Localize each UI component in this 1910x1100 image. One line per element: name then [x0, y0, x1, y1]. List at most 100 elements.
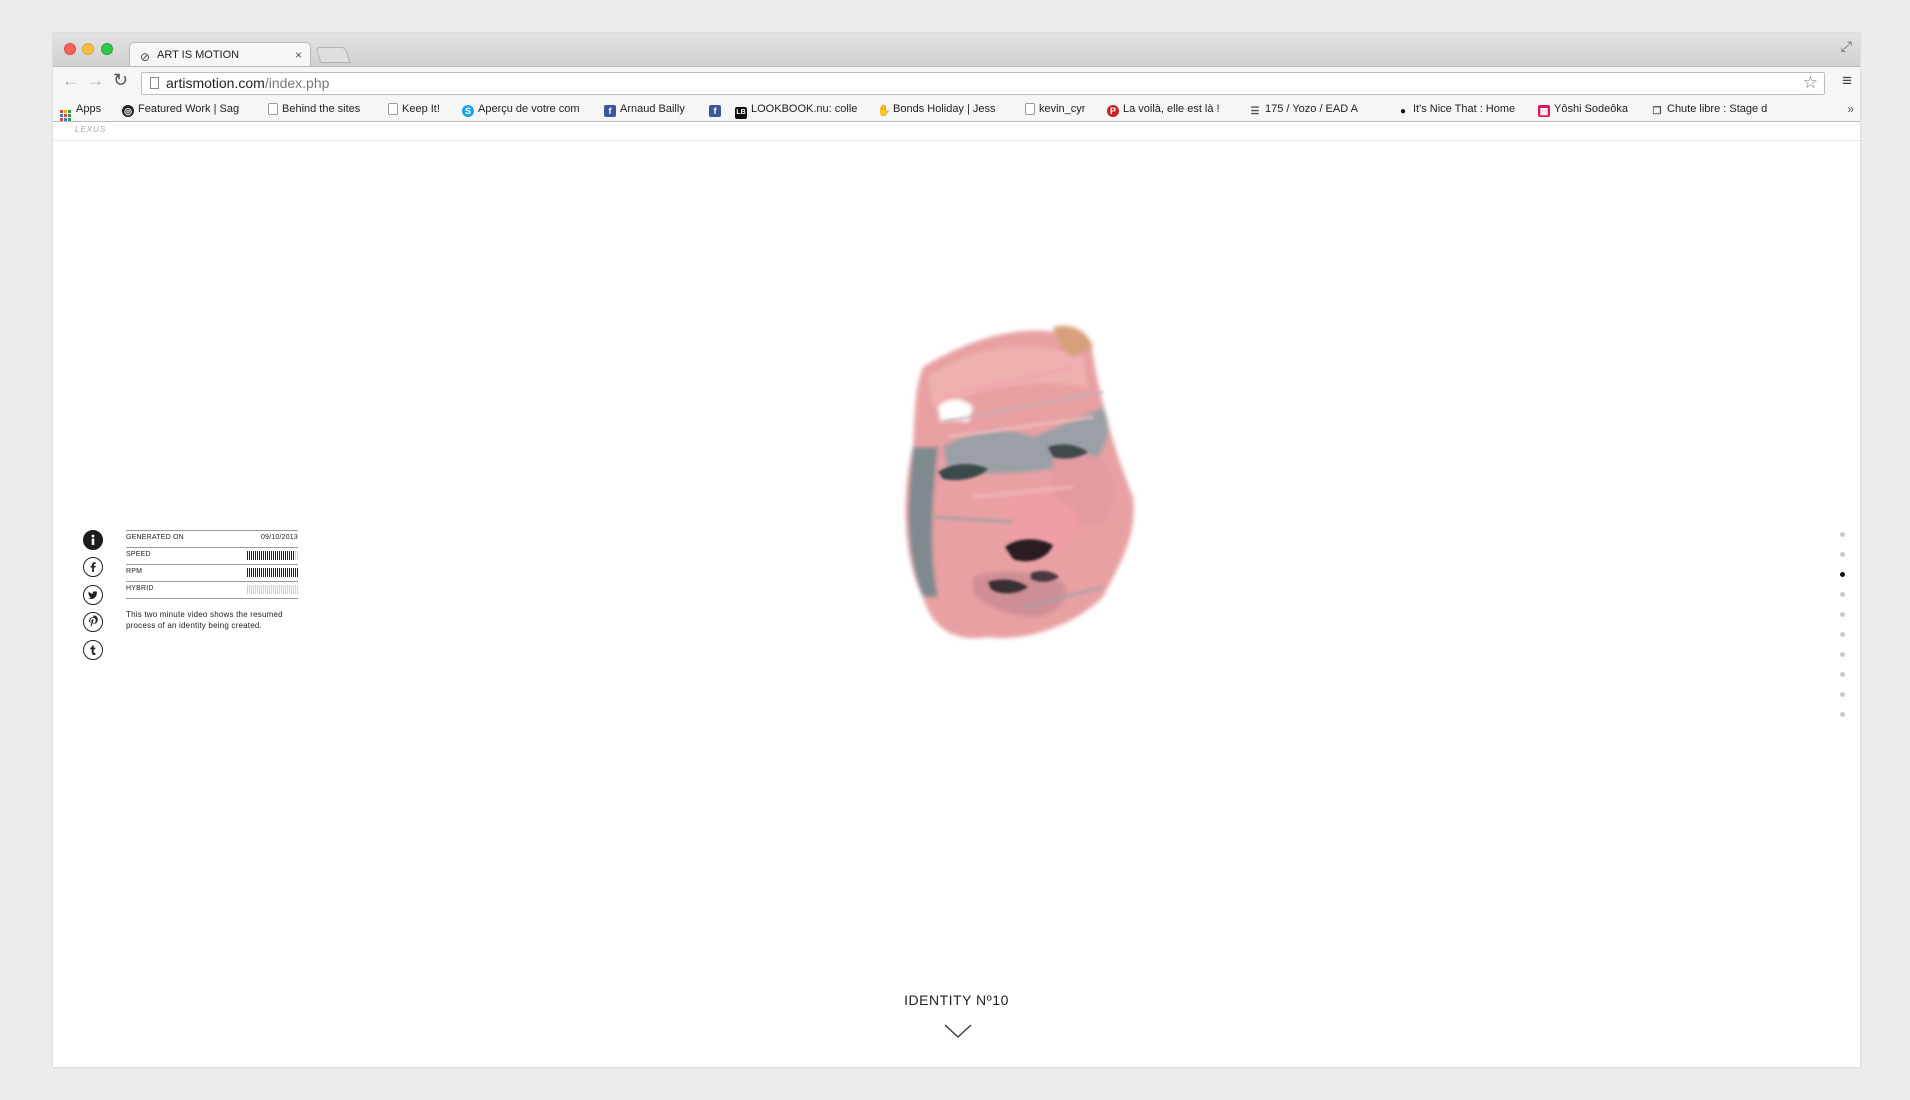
bookmark-kevin-cyr[interactable]: kevin_cyr: [1025, 103, 1085, 116]
bookmark-chute-libre[interactable]: ❐ Chute libre : Stage d: [1651, 103, 1779, 118]
minimize-window-button[interactable]: [82, 43, 94, 55]
bookmark-keep-it[interactable]: Keep It!: [388, 103, 440, 116]
new-tab-button[interactable]: [315, 47, 351, 63]
meter-tick: [263, 585, 264, 594]
url-host: artismotion.com: [166, 75, 265, 91]
meter-tick: [271, 551, 272, 560]
info-row-rpm: RPM: [126, 564, 298, 581]
address-bar[interactable]: artismotion.com/index.php ☆: [141, 72, 1825, 95]
meter-tick: [269, 585, 270, 594]
bookmark-arnaud-bailly[interactable]: f Arnaud Bailly: [604, 103, 685, 117]
info-table-bottom-rule: [126, 598, 298, 599]
pager-dot[interactable]: [1840, 712, 1845, 717]
meter-tick: [261, 568, 262, 577]
bookmark-yozo[interactable]: ☰ 175 / Yozo / EAD A: [1249, 103, 1373, 118]
pager-dot[interactable]: [1840, 612, 1845, 617]
facebook-icon: f: [604, 105, 616, 117]
bookmark-apps[interactable]: Apps: [60, 103, 101, 121]
pager-dot[interactable]: [1840, 572, 1845, 577]
bookmark-its-nice-that[interactable]: ● It's Nice That : Home: [1397, 103, 1515, 118]
meter-tick: [255, 551, 256, 560]
identity-title: IDENTITY Nº10: [904, 992, 1009, 1008]
meter-tick: [267, 585, 268, 594]
close-window-button[interactable]: [64, 43, 76, 55]
menu-icon[interactable]: ≡: [1842, 71, 1852, 91]
meter-tick: [281, 585, 282, 594]
browser-window: ⊘ ART IS MOTION × ⤢ ← → ↻ artismotion.co…: [53, 33, 1860, 1067]
speed-label: SPEED: [126, 551, 151, 558]
meter-tick: [273, 585, 274, 594]
zoom-window-button[interactable]: [101, 43, 113, 55]
meter-tick: [257, 585, 258, 594]
bookmarks-bar: Apps ◎ Featured Work | Sag Behind the sit…: [53, 100, 1860, 122]
tab-close-icon[interactable]: ×: [295, 44, 302, 66]
meter-tick: [247, 568, 248, 577]
meter-tick: [253, 585, 254, 594]
meter-tick: [271, 585, 272, 594]
lexus-logo-icon: ⊘: [140, 50, 151, 64]
meter-tick: [279, 568, 280, 577]
hybrid-meter: [247, 585, 298, 594]
pinterest-icon: P: [1107, 105, 1119, 117]
meter-tick: [257, 568, 258, 577]
pinterest-icon[interactable]: [83, 612, 103, 632]
pager-dot[interactable]: [1840, 552, 1845, 557]
pager-dot[interactable]: [1840, 692, 1845, 697]
fullscreen-icon[interactable]: ⤢: [1841, 38, 1852, 55]
meter-tick: [275, 585, 276, 594]
page-icon: [388, 103, 398, 115]
browser-tab[interactable]: ⊘ ART IS MOTION ×: [129, 42, 311, 66]
meter-tick: [269, 568, 270, 577]
meter-tick: [273, 568, 274, 577]
bookmark-facebook[interactable]: f: [709, 103, 725, 117]
pager-dot[interactable]: [1840, 632, 1845, 637]
bookmark-featured-work[interactable]: ◎ Featured Work | Sag: [122, 103, 246, 117]
meter-tick: [283, 585, 284, 594]
pager-dot[interactable]: [1840, 532, 1845, 537]
reload-icon[interactable]: ↻: [113, 70, 128, 91]
chat-icon: ❐: [1652, 106, 1662, 117]
meter-tick: [257, 551, 258, 560]
bookmark-yoshi-sodeoka[interactable]: ▦ Yôshi Sodeôka: [1538, 103, 1628, 117]
meter-tick: [295, 568, 296, 577]
lexus-logo[interactable]: LEXUS: [75, 125, 106, 134]
meter-tick: [265, 585, 266, 594]
facebook-icon[interactable]: [83, 557, 103, 577]
meter-tick: [289, 568, 290, 577]
meter-tick: [281, 568, 282, 577]
twitter-icon[interactable]: [83, 585, 103, 605]
bookmark-lookbook[interactable]: LB LOOKBOOK.nu: colle: [735, 103, 859, 119]
page-icon: [268, 103, 278, 115]
hand-icon: ✋: [877, 105, 891, 117]
bookmark-la-voila[interactable]: P La voilà, elle est là !: [1107, 103, 1227, 117]
pager-dot[interactable]: [1840, 652, 1845, 657]
bookmark-behind-the-sites[interactable]: Behind the sites: [268, 103, 360, 116]
meter-tick: [265, 551, 266, 560]
forward-arrow-icon[interactable]: →: [87, 71, 104, 91]
pager-dot[interactable]: [1840, 672, 1845, 677]
meter-tick: [285, 551, 286, 560]
meter-tick: [293, 585, 294, 594]
meter-tick: [285, 585, 286, 594]
meter-tick: [261, 551, 262, 560]
meter-tick: [297, 585, 298, 594]
bookmark-apercu[interactable]: S Aperçu de votre com: [462, 103, 586, 117]
tumblr-icon[interactable]: [83, 640, 103, 660]
meter-tick: [277, 551, 278, 560]
page-content: LEXUS GENERATED ON 09/10/2013 SPEED RPM …: [53, 122, 1860, 1067]
chevron-down-icon[interactable]: [944, 1023, 972, 1039]
bookmark-bonds-holiday[interactable]: ✋ Bonds Holiday | Jess: [877, 103, 1001, 117]
meter-tick: [247, 551, 248, 560]
meter-tick: [249, 551, 250, 560]
url-text[interactable]: artismotion.com/index.php: [166, 75, 329, 91]
meter-tick: [273, 551, 274, 560]
info-row-hybrid: HYBRID: [126, 581, 298, 598]
back-arrow-icon[interactable]: ←: [62, 71, 79, 91]
bookmark-star-icon[interactable]: ☆: [1803, 73, 1818, 93]
page-icon: [150, 77, 159, 89]
meter-tick: [291, 568, 292, 577]
pager-dot[interactable]: [1840, 592, 1845, 597]
info-icon[interactable]: [83, 530, 103, 550]
bookmarks-overflow-icon[interactable]: »: [1847, 102, 1854, 116]
meter-tick: [265, 568, 266, 577]
